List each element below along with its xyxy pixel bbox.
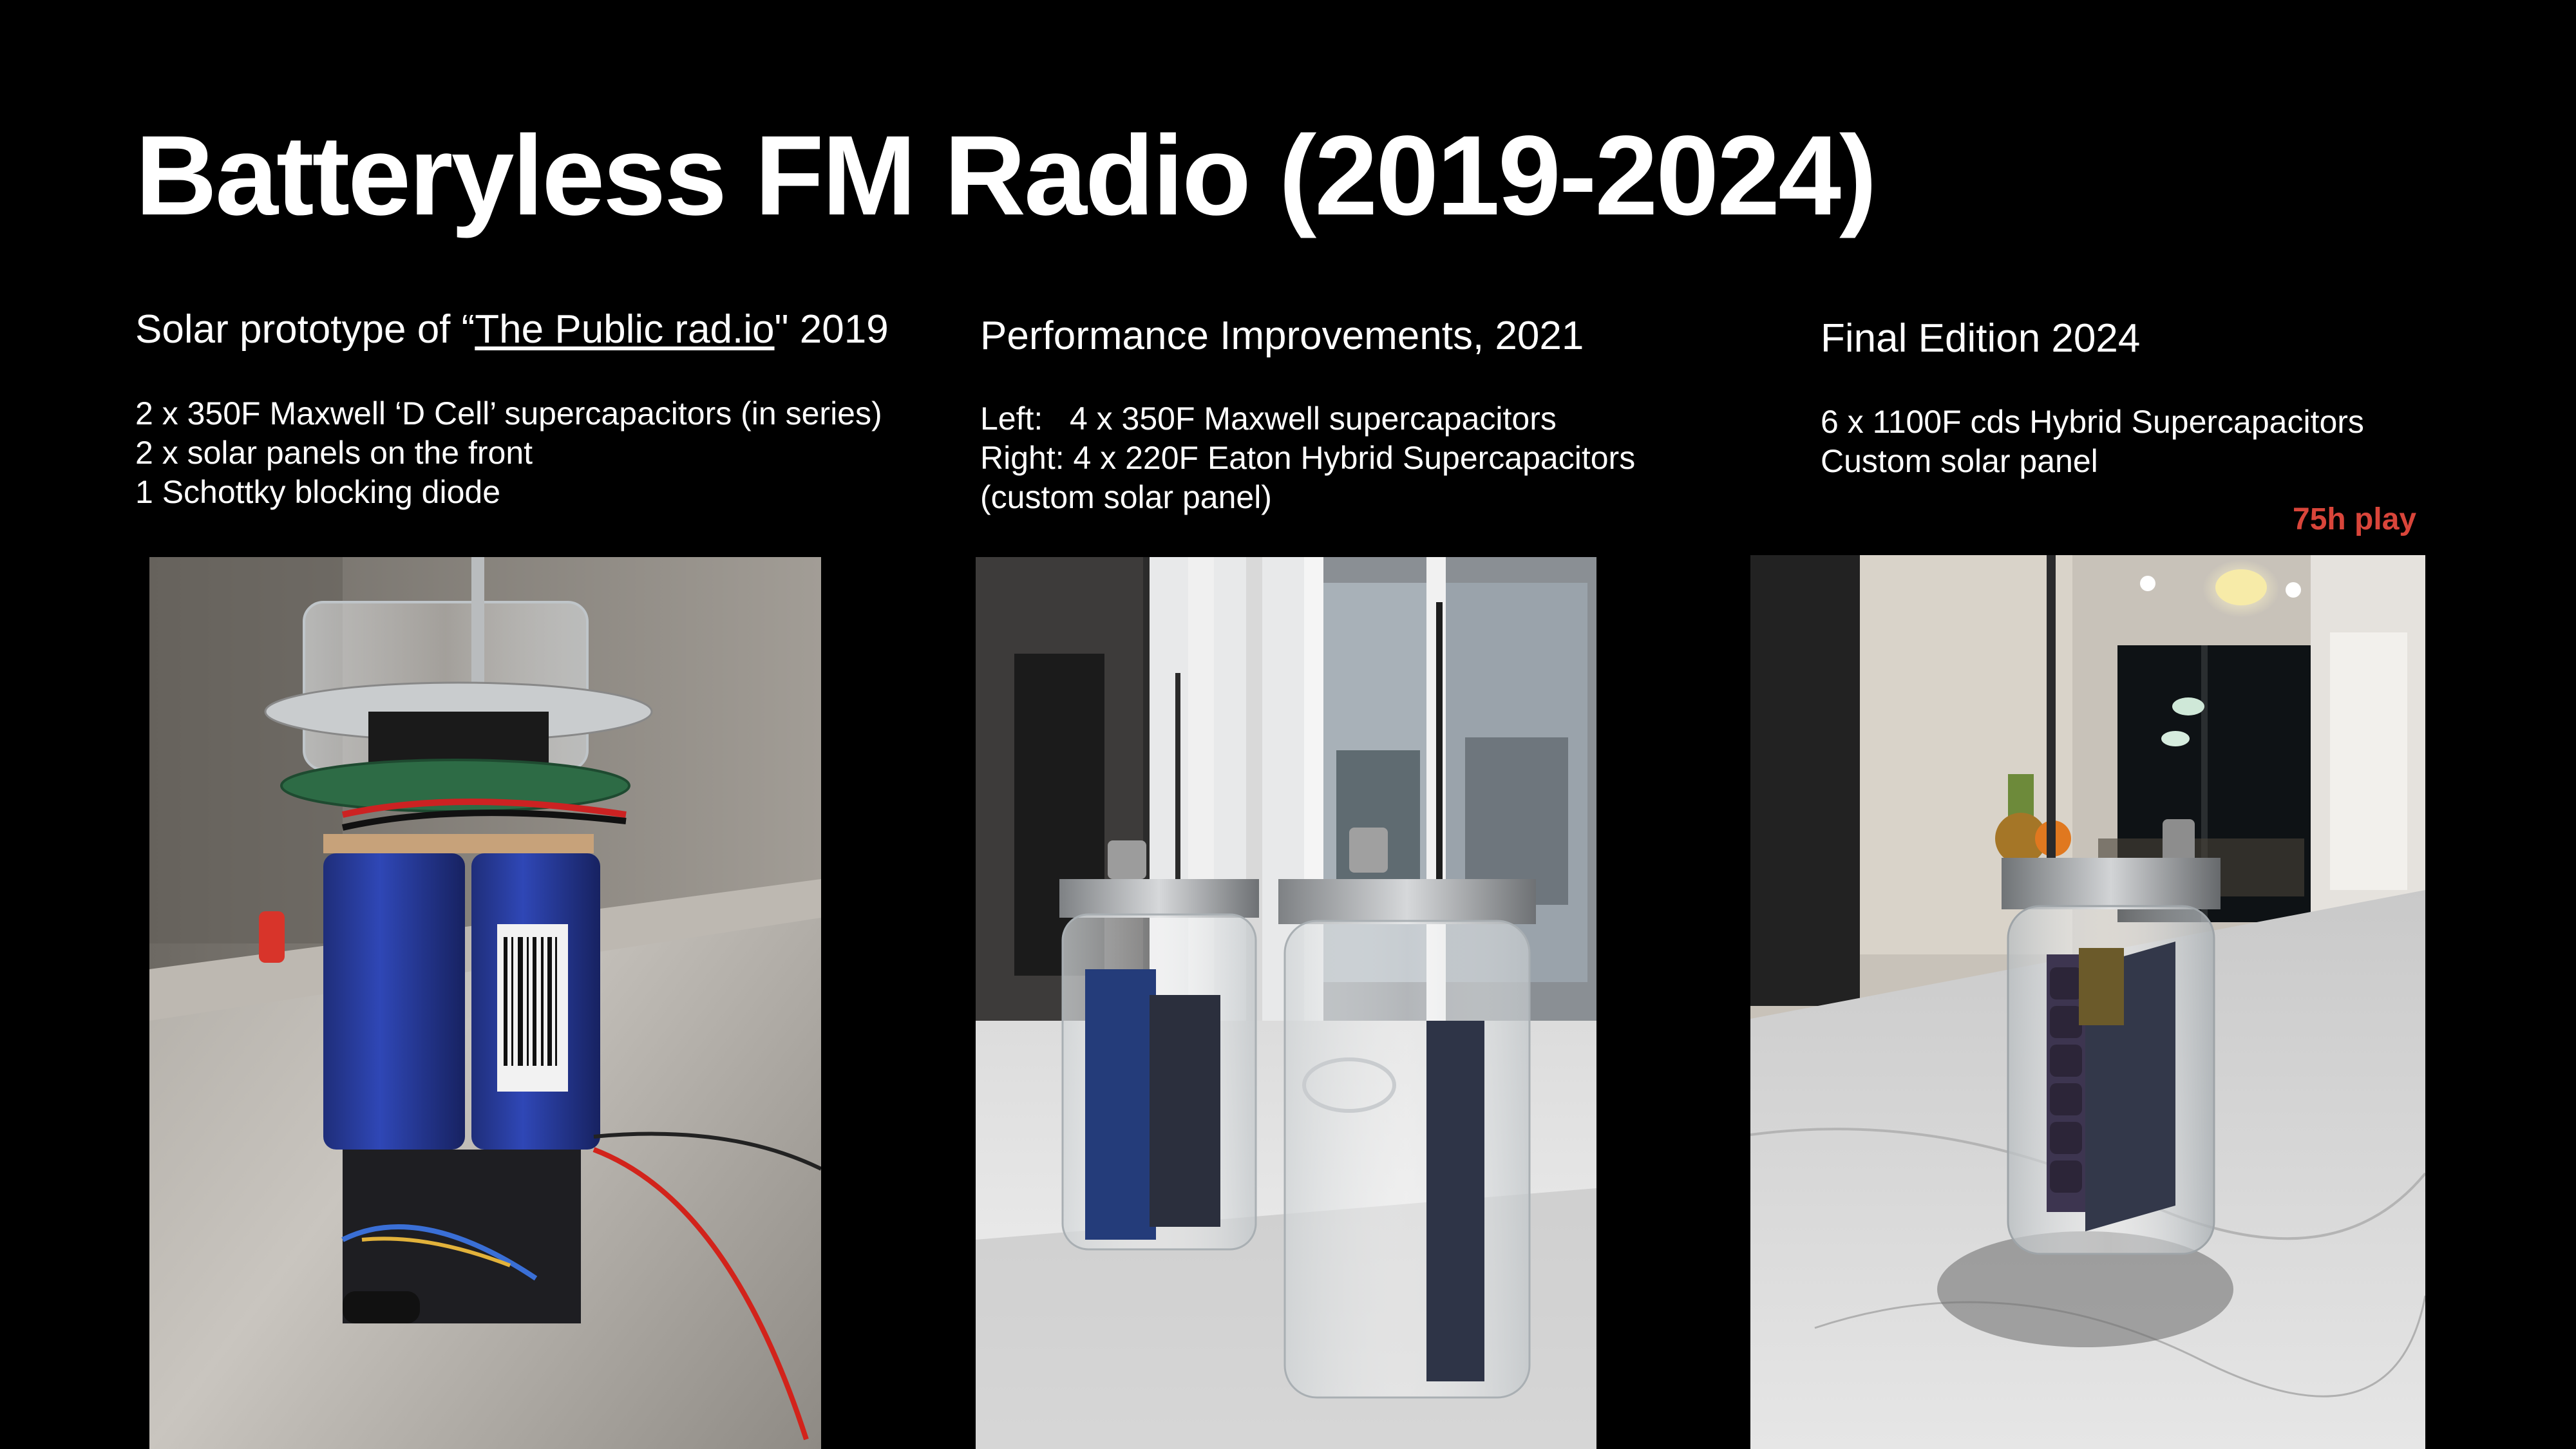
slide-title: Batteryless FM Radio (2019-2024) [135,113,1877,239]
spec-line: 2 x 350F Maxwell ‘D Cell’ supercapacitor… [135,395,882,431]
heading-suffix: " 2019 [774,307,889,352]
column-description-2021: Left: 4 x 350F Maxwell supercapacitors R… [980,399,1635,517]
spec-line: 1 Schottky blocking diode [135,474,501,510]
spec-line: Left: 4 x 350F Maxwell supercapacitors [980,401,1557,437]
column-heading-2024: Final Edition 2024 [1821,316,2141,361]
spec-line: 2 x solar panels on the front [135,435,533,471]
column-description-2024: 6 x 1100F cds Hybrid Supercapacitors Cus… [1821,402,2364,481]
improvements-2021-photo [976,557,1596,1449]
final-edition-2024-photo [1750,555,2425,1449]
column-heading-2021: Performance Improvements, 2021 [980,314,1584,358]
column-description-2019: 2 x 350F Maxwell ‘D Cell’ supercapacitor… [135,394,882,512]
play-time-badge: 75h play [2293,502,2417,536]
spec-line: 6 x 1100F cds Hybrid Supercapacitors [1821,404,2364,440]
heading-prefix: Solar prototype of “ [135,307,475,352]
public-radio-link[interactable]: The Public rad.io [475,307,774,352]
prototype-2019-photo [149,557,821,1449]
spec-line: (custom solar panel) [980,479,1272,515]
column-heading-2019: Solar prototype of “The Public rad.io" 2… [135,307,889,352]
spec-line: Custom solar panel [1821,443,2098,479]
spec-line: Right: 4 x 220F Eaton Hybrid Supercapaci… [980,440,1636,476]
